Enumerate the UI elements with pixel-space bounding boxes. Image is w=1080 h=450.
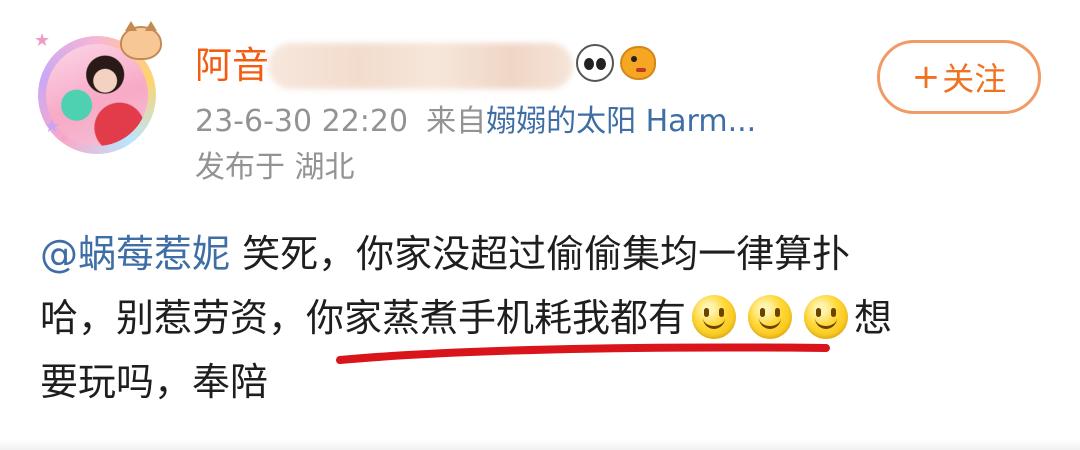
smile-emoji-icon (692, 295, 737, 339)
post-line-1: @蜗莓惹妮 笑死，你家没超过偷偷集均一律算扑 (40, 222, 1040, 286)
user-avatar[interactable]: ★ ★ ✦ (34, 21, 164, 156)
user-mention-link[interactable]: @蜗莓惹妮 (40, 232, 230, 276)
plus-icon: + (911, 57, 941, 97)
post-line-3: 要玩吗，奉陪 (40, 350, 1040, 414)
highlighted-text: 你家蒸煮手机耗我都有 (306, 296, 687, 340)
cat-decoration-icon (120, 21, 162, 60)
star-decoration-icon: ★ (34, 30, 51, 51)
star-decoration-icon: ✦ (58, 131, 70, 147)
post-timestamp: 23-6-30 22:20 (195, 104, 409, 139)
weibo-post-card: ★ ★ ✦ 阿音 + 关注 23-6-30 22:20 来自嫋嫋的太阳 Harm.… (0, 0, 1080, 450)
source-link[interactable]: 嫋嫋的太阳 Harm... (486, 104, 756, 139)
follow-label: 关注 (942, 60, 1007, 98)
post-line-2: 哈，别惹劳资，你家蒸煮手机耗我都有 想 (40, 286, 1040, 350)
smile-emoji-icon (804, 295, 849, 339)
source-prefix: 来自 (426, 104, 487, 139)
follow-button[interactable]: + 关注 (877, 40, 1041, 114)
post-content: @蜗莓惹妮 笑死，你家没超过偷偷集均一律算扑 哈，别惹劳资，你家蒸煮手机耗我都有… (40, 222, 1040, 414)
blurred-username (268, 43, 573, 89)
post-text-segment: 要玩吗，奉陪 (40, 360, 269, 404)
author-name[interactable]: 阿音 (195, 40, 269, 92)
smile-emoji-icon (748, 295, 793, 339)
post-text-segment: 笑死，你家没超过偷偷集均一律算扑 (230, 232, 851, 276)
fish-icon (620, 46, 656, 80)
card-bottom-edge (0, 440, 1080, 450)
post-text-segment: 哈，别惹劳资， (40, 296, 307, 340)
post-meta: 23-6-30 22:20 来自嫋嫋的太阳 Harm... (195, 100, 756, 144)
post-text-segment: 想 (854, 296, 893, 340)
panda-icon (576, 44, 614, 82)
post-location: 发布于 湖北 (195, 150, 355, 185)
